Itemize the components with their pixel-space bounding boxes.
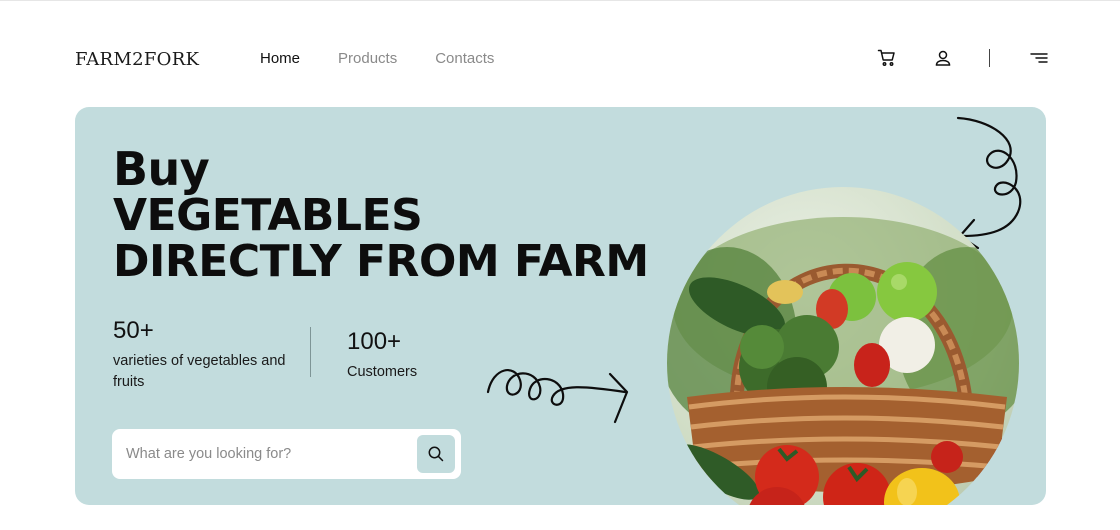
search-button[interactable] [417, 435, 455, 473]
header-actions [876, 46, 1050, 70]
header-divider [989, 49, 990, 67]
stat-varieties-number: 50+ [113, 317, 154, 344]
squiggle-arrow-icon [486, 369, 629, 424]
stat-customers-number: 100+ [347, 328, 402, 355]
hero-title-line2: VEGETABLES [113, 190, 423, 242]
user-icon[interactable] [932, 47, 954, 69]
curly-arrow-icon [956, 116, 1022, 250]
nav-contacts[interactable]: Contacts [435, 50, 494, 67]
search-input[interactable] [126, 446, 406, 462]
search-icon [428, 446, 444, 462]
cart-icon[interactable] [876, 47, 898, 69]
main-nav: Home Products Contacts [260, 50, 494, 67]
top-border [0, 0, 1120, 1]
logo[interactable]: FARM2FORK [75, 49, 199, 70]
stat-varieties-label: varieties of vegetables and fruits [113, 353, 286, 390]
nav-products[interactable]: Products [338, 50, 397, 67]
hero-title-line1: Buy [113, 142, 210, 196]
hero-title-line3: DIRECTLY FROM FARM [113, 236, 649, 288]
stat-divider [310, 327, 311, 377]
hero-banner: Buy VEGETABLES DIRECTLY FROM FARM 50+ va… [75, 107, 1046, 505]
menu-icon[interactable] [1028, 47, 1050, 69]
search-bar [112, 429, 461, 479]
nav-home[interactable]: Home [260, 50, 300, 67]
hero-title: Buy VEGETABLES DIRECTLY FROM FARM [113, 145, 649, 286]
stat-varieties: 50+ varieties of vegetables and fruits [113, 317, 288, 393]
